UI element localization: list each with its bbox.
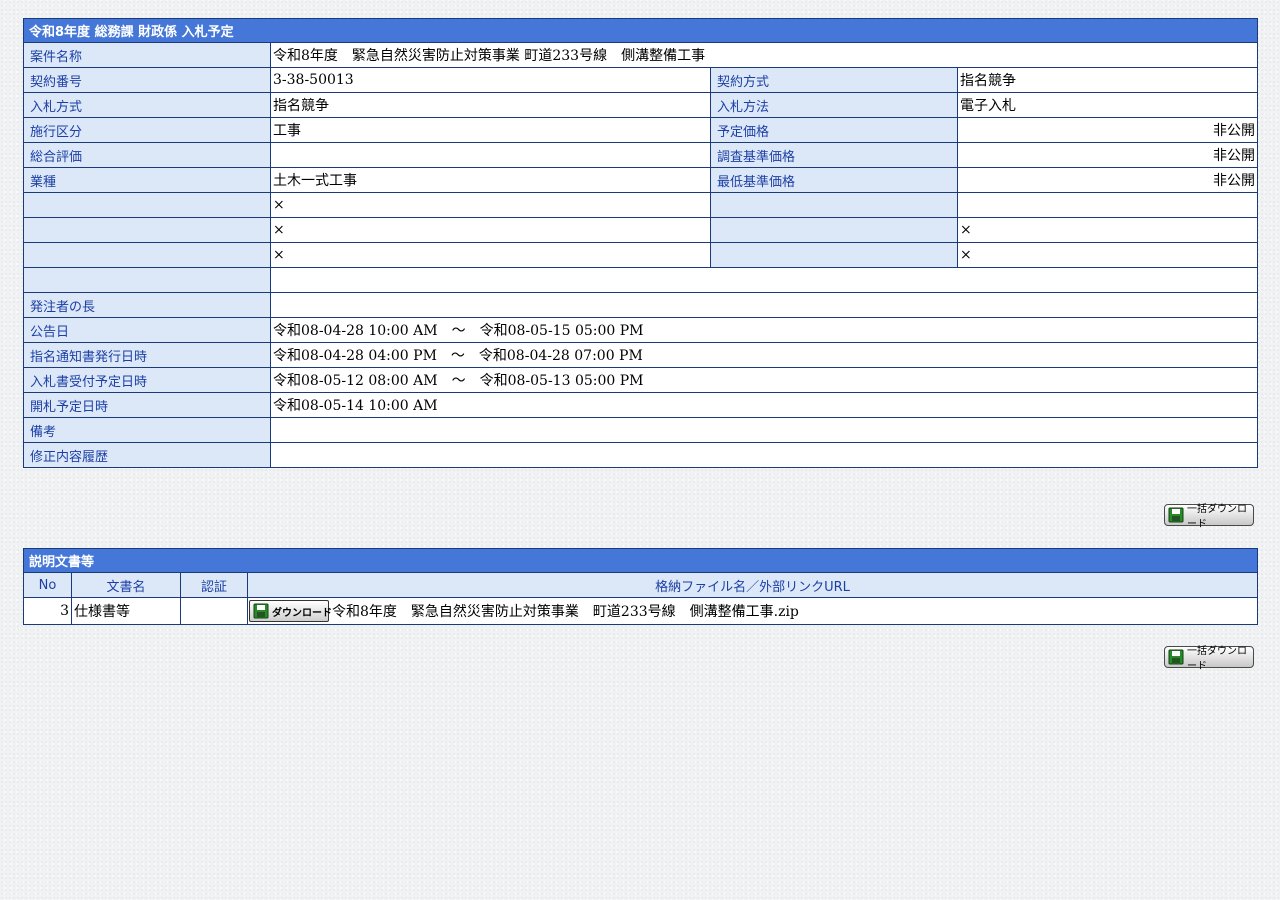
bid-detail-table: 令和8年度 総務課 財政係 入札予定 案件名称 令和8年度 緊急自然災害防止対策…: [23, 18, 1258, 468]
contract-method-label: 契約方式: [710, 67, 958, 93]
col-no-header: No: [23, 572, 72, 598]
project-name-value: 令和8年度 緊急自然災害防止対策事業 町道233号線 側溝整備工事: [270, 42, 1258, 68]
blank-label: [23, 217, 271, 243]
orderer-head-value: [270, 292, 1258, 318]
col-name-header: 文書名: [71, 572, 181, 598]
bid-accept-value: 令和08-05-12 08:00 AM ～ 令和08-05-13 05:00 P…: [270, 367, 1258, 393]
doc-file-cell: ダウンロード 令和8年度 緊急自然災害防止対策事業 町道233号線 側溝整備工事…: [246, 597, 1259, 625]
doc-name: 仕様書等: [71, 597, 181, 625]
planned-price-label: 予定価格: [710, 117, 958, 143]
orderer-head-label: 発注者の長: [23, 292, 271, 318]
download-disk-icon: [1168, 649, 1184, 665]
col-file-header: 格納ファイル名／外部リンクURL: [246, 572, 1259, 598]
contract-method-value: 指名競争: [957, 67, 1258, 93]
doc-file-name: 令和8年度 緊急自然災害防止対策事業 町道233号線 側溝整備工事.zip: [332, 604, 799, 620]
industry-value: 土木一式工事: [270, 167, 711, 193]
download-button-label: ダウンロード: [272, 607, 332, 619]
project-name-label: 案件名称: [23, 42, 271, 68]
download-disk-icon: [1168, 507, 1184, 523]
bulk-download-button[interactable]: 一括ダウンロード: [1164, 504, 1254, 530]
overall-eval-label: 総合評価: [23, 142, 271, 168]
blank-value: ×: [270, 217, 711, 243]
bulk-download-label: 一括ダウンロード: [1187, 646, 1247, 672]
blank-label: [710, 242, 958, 268]
announce-value: 令和08-04-28 10:00 AM ～ 令和08-05-15 05:00 P…: [270, 317, 1258, 343]
col-auth-header: 認証: [180, 572, 248, 598]
bid-detail-title: 令和8年度 総務課 財政係 入札予定: [23, 18, 1258, 43]
download-button[interactable]: ダウンロード: [249, 600, 332, 622]
remarks-value: [270, 417, 1258, 443]
history-value: [270, 442, 1258, 468]
doc-no: 3: [23, 597, 72, 625]
nomination-value: 令和08-04-28 04:00 PM ～ 令和08-04-28 07:00 P…: [270, 342, 1258, 368]
blank-label: [23, 242, 271, 268]
documents-table: 説明文書等 No 文書名 認証 格納ファイル名／外部リンクURL 3 仕様書等 …: [22, 548, 1259, 625]
survey-price-value: 非公開: [957, 142, 1258, 168]
bid-method-label: 入札方法: [710, 92, 958, 118]
blank-value: [270, 267, 1258, 293]
planned-price-value: 非公開: [957, 117, 1258, 143]
bid-style-label: 入札方式: [23, 92, 271, 118]
remarks-label: 備考: [23, 417, 271, 443]
min-price-value: 非公開: [957, 167, 1258, 193]
bid-style-value: 指名競争: [270, 92, 711, 118]
blank-value: ×: [957, 217, 1258, 243]
bid-accept-label: 入札書受付予定日時: [23, 367, 271, 393]
table-row: 3 仕様書等 ダウンロード 令和8年度 緊急自然災害防止対策事業 町道233号線…: [23, 597, 1259, 625]
blank-value: [957, 192, 1258, 218]
blank-label: [710, 192, 958, 218]
bid-method-value: 電子入札: [957, 92, 1258, 118]
bulk-download-button[interactable]: 一括ダウンロード: [1164, 646, 1254, 672]
min-price-label: 最低基準価格: [710, 167, 958, 193]
category-label: 施行区分: [23, 117, 271, 143]
blank-value: ×: [270, 192, 711, 218]
blank-label: [710, 217, 958, 243]
contract-no-label: 契約番号: [23, 67, 271, 93]
category-value: 工事: [270, 117, 711, 143]
history-label: 修正内容履歴: [23, 442, 271, 468]
blank-label: [23, 192, 271, 218]
blank-label: [23, 267, 271, 293]
bulk-download-label: 一括ダウンロード: [1187, 504, 1247, 530]
opening-label: 開札予定日時: [23, 392, 271, 418]
nomination-label: 指名通知書発行日時: [23, 342, 271, 368]
industry-label: 業種: [23, 167, 271, 193]
blank-value: ×: [957, 242, 1258, 268]
announce-label: 公告日: [23, 317, 271, 343]
documents-title: 説明文書等: [22, 548, 1259, 573]
opening-value: 令和08-05-14 10:00 AM: [270, 392, 1258, 418]
overall-eval-value: [270, 142, 711, 168]
doc-auth: [180, 597, 248, 625]
survey-price-label: 調査基準価格: [710, 142, 958, 168]
blank-value: ×: [270, 242, 711, 268]
contract-no-value: 3-38-50013: [270, 67, 711, 93]
download-disk-icon: [253, 603, 269, 619]
